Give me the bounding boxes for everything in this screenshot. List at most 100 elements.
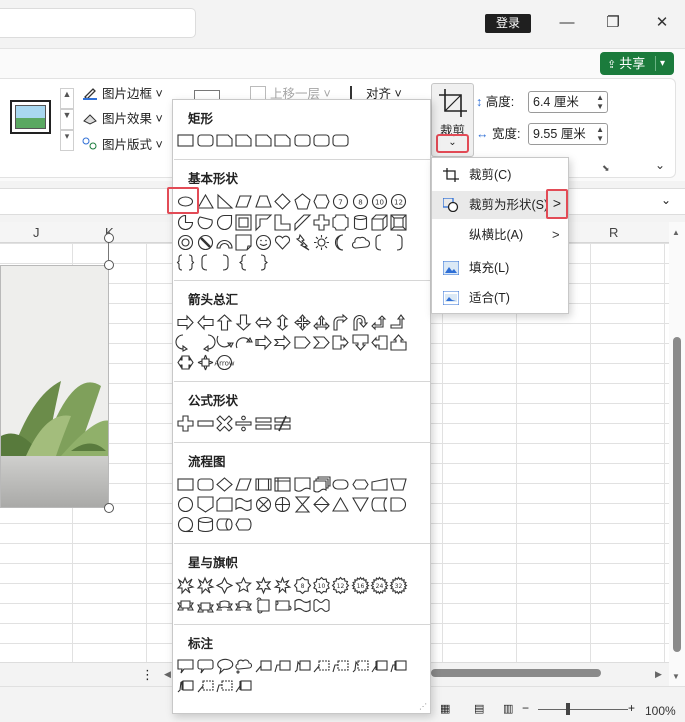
- right-bracket-shape-icon[interactable]: [215, 252, 234, 272]
- diagonal-stripe-shape-icon[interactable]: [292, 212, 311, 232]
- left-arc-shape-icon[interactable]: [370, 232, 389, 252]
- block-arc-shape-icon[interactable]: [215, 232, 234, 252]
- can-shape-icon[interactable]: [351, 212, 370, 232]
- oval-callout-shape-icon[interactable]: [215, 656, 234, 676]
- resize-handle-bottom[interactable]: [104, 503, 114, 513]
- cloud-shape-icon[interactable]: [351, 232, 370, 252]
- scroll-down-icon[interactable]: ▼: [60, 109, 74, 130]
- curved-ribbon-down-shape-icon[interactable]: [234, 595, 253, 615]
- bent-arrow-shape-icon[interactable]: [331, 312, 350, 332]
- dodecagon-shape-icon[interactable]: 12: [389, 191, 408, 211]
- parallelogram-shape-icon[interactable]: [234, 191, 253, 211]
- quad-arrow-shape-icon[interactable]: [292, 312, 311, 332]
- horizontal-scroll-thumb[interactable]: [431, 669, 601, 677]
- line-callout-1-border-shape-icon[interactable]: [370, 656, 389, 676]
- 7-point-star-shape-icon[interactable]: [273, 575, 292, 595]
- left-right-arrow-callout-shape-icon[interactable]: [176, 352, 195, 372]
- scroll-up-arrow-icon[interactable]: ▲: [672, 228, 680, 237]
- scroll-up-icon[interactable]: ▲: [60, 88, 74, 109]
- decagon-shape-icon[interactable]: 10: [370, 191, 389, 211]
- flowchart-card-shape-icon[interactable]: [215, 494, 234, 514]
- menu-item-fill[interactable]: 填充(L): [432, 254, 568, 282]
- circular-arrow-shape-icon[interactable]: Arrow: [214, 352, 235, 372]
- crop-to-shape-submenu-arrow[interactable]: >: [546, 189, 568, 219]
- cube-shape-icon[interactable]: [370, 212, 389, 232]
- round-corner-rectangle-shape-icon[interactable]: [292, 130, 311, 150]
- chevron-down-icon[interactable]: ▾: [660, 52, 665, 75]
- zoom-slider-thumb[interactable]: [566, 703, 570, 715]
- line-callout-3-border-shape-icon[interactable]: [176, 676, 195, 696]
- line-callout-3-no-border-shape-icon[interactable]: [234, 676, 253, 696]
- pentagon-arrow-shape-icon[interactable]: [292, 332, 311, 352]
- 5-point-star-shape-icon[interactable]: [234, 575, 253, 595]
- left-arrow-shape-icon[interactable]: [195, 312, 214, 332]
- right-brace-shape-icon[interactable]: [254, 252, 273, 272]
- left-up-arrow-shape-icon[interactable]: [370, 312, 389, 332]
- curved-left-arrow-shape-icon[interactable]: [195, 332, 216, 352]
- rectangular-callout-shape-icon[interactable]: [176, 656, 195, 676]
- height-input[interactable]: 6.4 厘米 ▲ ▼: [528, 91, 608, 113]
- right-arrow-callout-shape-icon[interactable]: [331, 332, 350, 352]
- left-arrow-callout-shape-icon[interactable]: [370, 332, 389, 352]
- curved-down-arrow-shape-icon[interactable]: [234, 332, 254, 352]
- zoom-slider[interactable]: [538, 709, 628, 710]
- zoom-in-icon[interactable]: +: [628, 701, 635, 715]
- left-bracket-shape-icon[interactable]: [195, 252, 214, 272]
- chevron-arrow-shape-icon[interactable]: [312, 332, 331, 352]
- width-input[interactable]: 9.55 厘米 ▲ ▼: [528, 123, 608, 145]
- line-callout-1-no-border-shape-icon[interactable]: [195, 676, 214, 696]
- plus-shape-icon[interactable]: [176, 413, 195, 433]
- bevel-shape-icon[interactable]: [389, 212, 408, 232]
- curved-ribbon-up-shape-icon[interactable]: [215, 595, 234, 615]
- crop-dropdown-button[interactable]: ⌄: [436, 134, 469, 153]
- minimize-button[interactable]: —: [555, 12, 579, 34]
- share-button[interactable]: ⇪ 共享 ▾: [600, 52, 674, 75]
- left-brace-shape-icon[interactable]: [234, 252, 253, 272]
- flowchart-merge-shape-icon[interactable]: [351, 494, 370, 514]
- bent-up-arrow-shape-icon[interactable]: [389, 312, 408, 332]
- rounded-rectangular-callout-shape-icon[interactable]: [195, 656, 214, 676]
- right-arc-shape-icon[interactable]: [389, 232, 408, 252]
- teardrop-shape-icon[interactable]: [215, 212, 234, 232]
- vertical-scrollbar[interactable]: ▲ ▼: [669, 222, 685, 686]
- zoom-level[interactable]: 100%: [645, 704, 676, 718]
- l-shape-icon[interactable]: [273, 212, 292, 232]
- moon-shape-icon[interactable]: [331, 232, 350, 252]
- flowchart-direct-access-storage-shape-icon[interactable]: [215, 514, 234, 534]
- flowchart-preparation-shape-icon[interactable]: [351, 474, 370, 494]
- curved-right-arrow-shape-icon[interactable]: [175, 332, 195, 352]
- line-callout-3-shape-icon[interactable]: [292, 656, 311, 676]
- picture-effects-button[interactable]: 图片效果 ˅: [82, 109, 163, 129]
- vertical-scroll-thumb[interactable]: [673, 337, 681, 652]
- gallery-more-icon[interactable]: ▾: [60, 130, 74, 151]
- menu-item-crop[interactable]: 裁剪(C): [432, 161, 568, 189]
- vertical-scroll-shape-icon[interactable]: [254, 595, 273, 615]
- scroll-left-arrow-icon[interactable]: ◀: [164, 669, 171, 680]
- expand-formula-icon[interactable]: ⌄: [661, 193, 671, 207]
- hexagon-shape-icon[interactable]: [312, 191, 331, 211]
- flowchart-collate-shape-icon[interactable]: [292, 494, 311, 514]
- octagon-shape-icon[interactable]: 8: [351, 191, 370, 211]
- up-arrow-shape-icon[interactable]: [215, 312, 234, 332]
- 16-point-star-shape-icon[interactable]: 16: [351, 575, 370, 595]
- snip-same-side-rectangle-shape-icon[interactable]: [234, 130, 253, 150]
- height-spinner[interactable]: ▲ ▼: [596, 93, 604, 111]
- flowchart-or-shape-icon[interactable]: [273, 494, 292, 514]
- horizontal-scroll-shape-icon[interactable]: [273, 595, 292, 615]
- folded-corner-shape-icon[interactable]: [234, 232, 253, 252]
- line-callout-2-shape-icon[interactable]: [273, 656, 292, 676]
- line-callout-2-accent-bar-shape-icon[interactable]: [331, 656, 350, 676]
- ribbon-tilted-down-shape-icon[interactable]: [195, 595, 214, 615]
- ribbon-tilted-up-shape-icon[interactable]: [176, 595, 195, 615]
- more-sheets-icon[interactable]: ⋮: [141, 667, 154, 683]
- striped-right-arrow-shape-icon[interactable]: [254, 332, 273, 352]
- round-same-side-rectangle-shape-icon[interactable]: [312, 130, 331, 150]
- u-turn-arrow-shape-icon[interactable]: [351, 312, 370, 332]
- flowchart-sequential-access-shape-icon[interactable]: [176, 514, 195, 534]
- flowchart-delay-shape-icon[interactable]: [389, 494, 408, 514]
- equal-shape-icon[interactable]: [254, 413, 273, 433]
- double-wave-shape-icon[interactable]: [312, 595, 331, 615]
- search-box[interactable]: [0, 8, 196, 38]
- rotate-handle[interactable]: [104, 233, 114, 243]
- login-button[interactable]: 登录: [485, 14, 531, 33]
